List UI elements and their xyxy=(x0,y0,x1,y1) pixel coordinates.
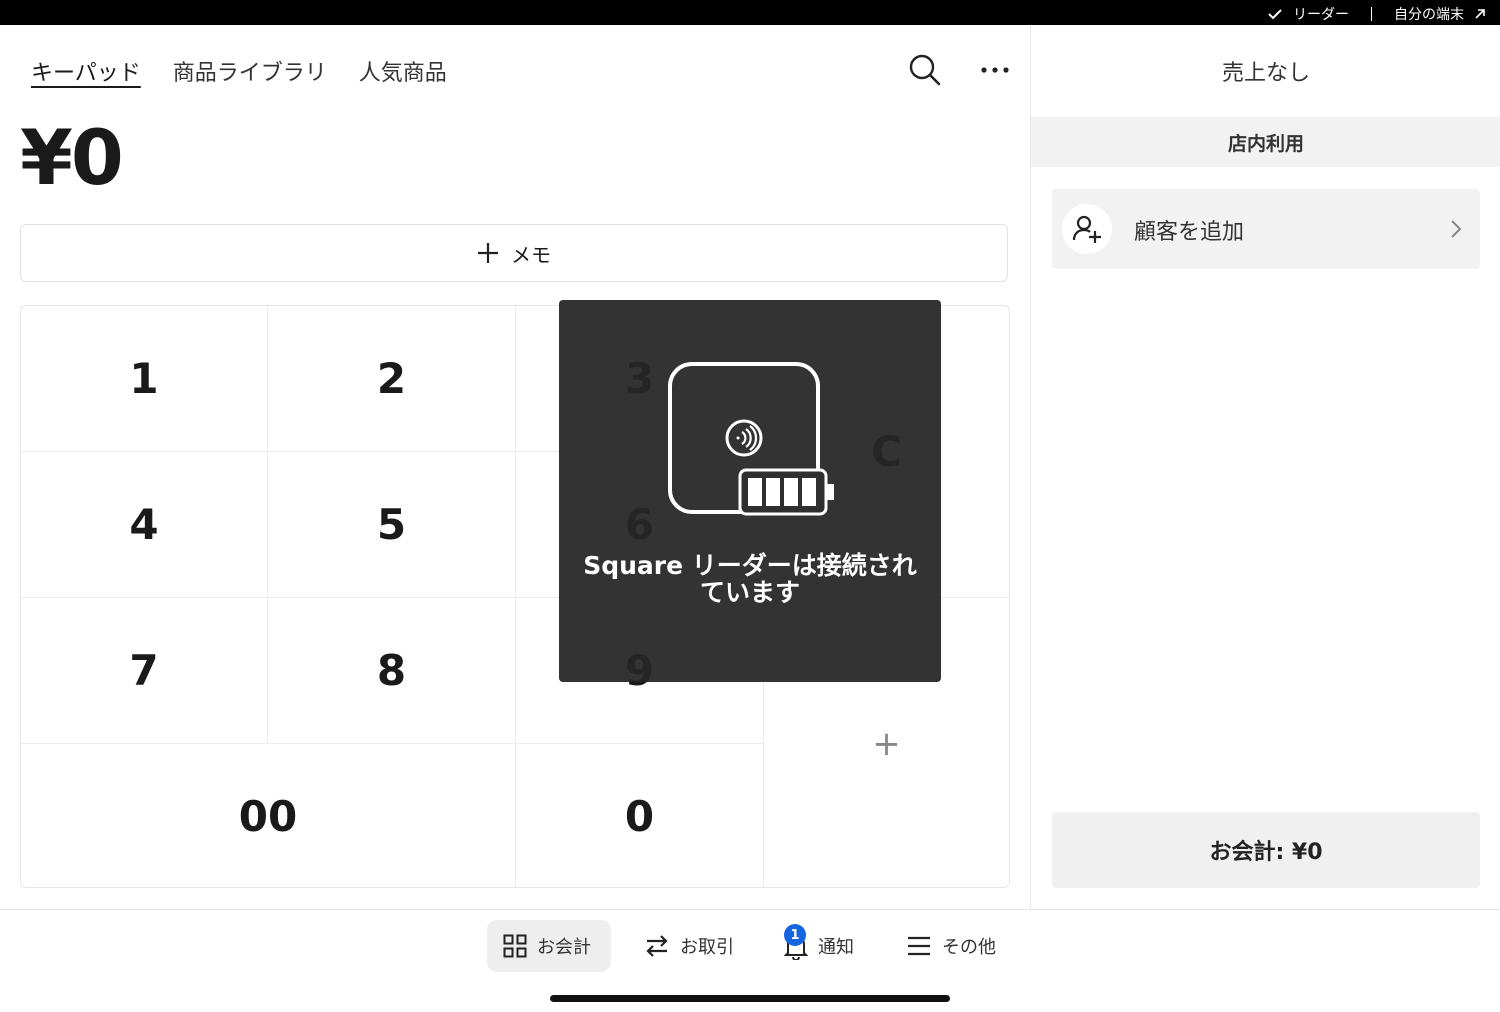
grid-icon xyxy=(503,934,527,958)
nav-checkout-label: お会計 xyxy=(537,937,591,958)
search-icon[interactable] xyxy=(908,53,942,87)
key-0[interactable]: 0 xyxy=(516,744,764,887)
key-2[interactable]: 2 xyxy=(268,306,516,452)
nav-notifications-label: 通知 xyxy=(818,937,854,958)
reader-message-line-2: ています xyxy=(699,578,800,607)
sale-amount: ¥0 xyxy=(20,113,124,202)
cart-panel: 売上なし 店内利用 顧客を追加 お会計: ¥0 xyxy=(1030,25,1500,909)
home-indicator[interactable] xyxy=(550,995,950,1002)
swap-icon xyxy=(646,935,668,957)
nav-more[interactable]: その他 xyxy=(890,920,1014,972)
tab-favorites[interactable]: 人気商品 xyxy=(359,55,447,87)
tab-item-library[interactable]: 商品ライブラリ xyxy=(173,55,327,87)
reader-message-line-1: Square リーダーは接続され xyxy=(583,551,917,580)
add-customer-label: 顧客を追加 xyxy=(1134,220,1245,245)
tab-bar: キーパッド 商品ライブラリ 人気商品 xyxy=(31,55,447,87)
bottom-nav: お会計 お取引 1 通知 その他 xyxy=(0,909,1500,1012)
key-7[interactable]: 7 xyxy=(21,598,268,744)
key-1[interactable]: 1 xyxy=(21,306,268,452)
nav-notifications[interactable]: 1 通知 xyxy=(768,920,876,972)
nav-checkout[interactable]: お会計 xyxy=(487,920,611,972)
nav-more-label: その他 xyxy=(942,937,996,958)
key-4[interactable]: 4 xyxy=(21,452,268,598)
key-00[interactable]: 00 xyxy=(21,744,516,887)
dining-option-button[interactable]: 店内利用 xyxy=(1031,117,1500,167)
menu-icon xyxy=(908,936,930,956)
memo-label: メモ xyxy=(511,242,551,267)
status-bar: リーダー 自分の端末 xyxy=(0,0,1500,25)
tab-keypad[interactable]: キーパッド xyxy=(31,55,141,87)
device-status[interactable]: 自分の端末 xyxy=(1394,4,1464,24)
add-customer-button[interactable]: 顧客を追加 xyxy=(1052,189,1480,269)
check-icon xyxy=(1268,9,1282,20)
top-actions xyxy=(908,53,1010,87)
add-person-icon xyxy=(1062,204,1112,254)
reader-connected-toast: Square リーダーは接続され ています xyxy=(559,300,941,682)
nav-transactions-label: お取引 xyxy=(680,937,734,958)
status-separator xyxy=(1371,7,1372,21)
add-memo-button[interactable]: メモ xyxy=(20,224,1008,282)
reader-status[interactable]: リーダー xyxy=(1293,4,1349,24)
plus-icon xyxy=(478,243,498,263)
cart-title: 売上なし xyxy=(1221,61,1310,86)
key-5[interactable]: 5 xyxy=(268,452,516,598)
notification-badge: 1 xyxy=(784,924,806,946)
chevron-right-icon xyxy=(1451,220,1462,238)
checkout-button[interactable]: お会計: ¥0 xyxy=(1052,812,1480,888)
card-reader-icon xyxy=(668,362,834,516)
more-icon[interactable] xyxy=(980,66,1010,74)
key-8[interactable]: 8 xyxy=(268,598,516,744)
external-arrow-icon xyxy=(1475,9,1485,19)
nav-transactions[interactable]: お取引 xyxy=(628,920,752,972)
reader-connected-message: Square リーダーは接続され ています xyxy=(559,552,941,606)
